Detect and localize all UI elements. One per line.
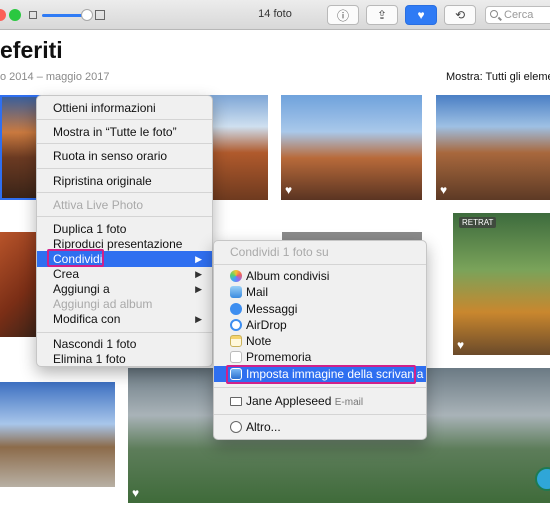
page-title: eferiti: [0, 37, 63, 63]
share-item-reminders[interactable]: Promemoria: [214, 349, 426, 365]
window-toolbar: 14 foto ⓘ ⇪ ♥ ⟲ Cerca: [0, 0, 550, 30]
menu-separator: [37, 143, 212, 144]
zoom-slider-knob[interactable]: [81, 9, 93, 21]
share-item-label: Altro...: [246, 420, 281, 434]
heart-icon: ♥: [417, 8, 425, 22]
menu-item-revert[interactable]: Ripristina originale: [37, 173, 212, 189]
photo-count-title: 14 foto: [258, 8, 292, 20]
submenu-arrow-icon: ▶: [195, 314, 202, 324]
portrait-badge: RETRAT: [459, 217, 497, 228]
share-item-label: Promemoria: [246, 350, 312, 364]
menu-separator: [37, 332, 212, 333]
menu-separator: [37, 216, 212, 217]
photo-thumbnail[interactable]: ♥: [281, 95, 422, 200]
share-button[interactable]: ⇪: [366, 5, 398, 25]
window-zoom-button[interactable]: [9, 9, 21, 21]
menu-separator: [37, 168, 212, 169]
show-filter-value: Tutti gli eleme: [485, 71, 550, 83]
menu-item-delete[interactable]: Elimina 1 foto: [37, 351, 212, 367]
menu-separator: [214, 414, 426, 415]
photo-thumbnail[interactable]: [0, 232, 36, 337]
desktop-picture-highlight-outline: [226, 365, 416, 384]
mail-icon: [230, 286, 242, 298]
share-item-label: AirDrop: [246, 318, 287, 332]
share-item-label: Album condivisi: [246, 269, 330, 283]
menu-separator: [214, 387, 426, 388]
search-icon: [490, 10, 498, 18]
share-highlight-outline: [47, 249, 104, 267]
photo-thumbnail[interactable]: ♥: [453, 213, 550, 355]
menu-item-add-to[interactable]: Aggiungi a ▶: [37, 281, 212, 297]
share-item-contact[interactable]: Jane Appleseed E-mail: [214, 393, 426, 409]
menu-separator: [37, 119, 212, 120]
share-icon: ⇪: [376, 8, 388, 22]
search-placeholder: Cerca: [504, 9, 534, 21]
photo-thumbnail[interactable]: [0, 382, 115, 487]
date-range: o 2014 – maggio 2017: [0, 71, 110, 83]
favorite-heart-icon: ♥: [457, 338, 465, 352]
menu-item-edit-with-label: Modifica con: [53, 312, 121, 326]
submenu-arrow-icon: ▶: [195, 254, 202, 264]
menu-item-live-photo: Attiva Live Photo: [53, 198, 144, 212]
info-icon: ⓘ: [336, 8, 349, 23]
share-submenu: Condividi 1 foto su Album condivisi Mail…: [213, 240, 427, 440]
notes-icon: [230, 335, 242, 347]
menu-item-add-to-label: Aggiungi a: [53, 282, 110, 296]
menu-item-hide[interactable]: Nascondi 1 foto: [37, 336, 212, 352]
menu-item-show-in-all-photos[interactable]: Mostra in “Tutte le foto”: [37, 124, 212, 140]
rotate-icon: ⟲: [454, 8, 466, 22]
share-item-label: Mail: [246, 285, 269, 299]
menu-separator: [37, 192, 212, 193]
show-filter[interactable]: Mostra: Tutti gli eleme: [446, 71, 550, 83]
menu-item-rotate[interactable]: Ruota in senso orario: [37, 148, 212, 164]
favorite-heart-icon: ♥: [440, 183, 448, 197]
contact-name: Jane Appleseed: [246, 394, 332, 408]
submenu-arrow-icon: ▶: [195, 284, 202, 294]
submenu-arrow-icon: ▶: [195, 269, 202, 279]
menu-item-create-label: Crea: [53, 267, 80, 281]
contact-detail: E-mail: [334, 397, 364, 408]
share-item-label: Jane Appleseed E-mail: [246, 393, 363, 411]
zoom-out-icon[interactable]: [29, 11, 37, 19]
photo-thumbnail[interactable]: ♥: [436, 95, 550, 200]
zoom-slider-track[interactable]: [42, 14, 86, 17]
contact-mail-icon: [230, 397, 242, 406]
share-item-shared-albums[interactable]: Album condivisi: [214, 268, 426, 284]
share-item-messages[interactable]: Messaggi: [214, 301, 426, 317]
airdrop-icon: [230, 319, 242, 331]
info-button[interactable]: ⓘ: [327, 5, 359, 25]
share-item-airdrop[interactable]: AirDrop: [214, 317, 426, 333]
submenu-header: Condividi 1 foto su: [230, 245, 329, 259]
favorite-heart-icon: ♥: [285, 183, 293, 197]
menu-item-edit-with[interactable]: Modifica con ▶: [37, 311, 212, 327]
favorite-button[interactable]: ♥: [405, 5, 437, 25]
menu-item-duplicate[interactable]: Duplica 1 foto: [37, 221, 212, 237]
messages-icon: [230, 303, 242, 315]
share-item-notes[interactable]: Note: [214, 333, 426, 349]
share-item-mail[interactable]: Mail: [214, 284, 426, 300]
share-item-more[interactable]: Altro...: [214, 419, 426, 435]
search-field[interactable]: Cerca: [485, 6, 550, 24]
menu-item-add-to-album: Aggiungi ad album: [53, 297, 153, 311]
context-menu: Ottieni informazioni Mostra in “Tutte le…: [36, 95, 213, 367]
rotate-button[interactable]: ⟲: [444, 5, 476, 25]
reminders-icon: [230, 351, 242, 363]
zoom-in-icon[interactable]: [95, 10, 105, 20]
menu-item-create[interactable]: Crea ▶: [37, 266, 212, 282]
more-icon: [230, 421, 242, 433]
favorite-heart-icon: ♥: [132, 486, 140, 500]
menu-separator: [214, 264, 426, 265]
share-item-label: Messaggi: [246, 302, 298, 316]
share-item-label: Note: [246, 334, 272, 348]
shared-albums-icon: [230, 270, 242, 282]
menu-item-get-info[interactable]: Ottieni informazioni: [37, 100, 212, 116]
show-filter-label: Mostra:: [446, 71, 483, 83]
